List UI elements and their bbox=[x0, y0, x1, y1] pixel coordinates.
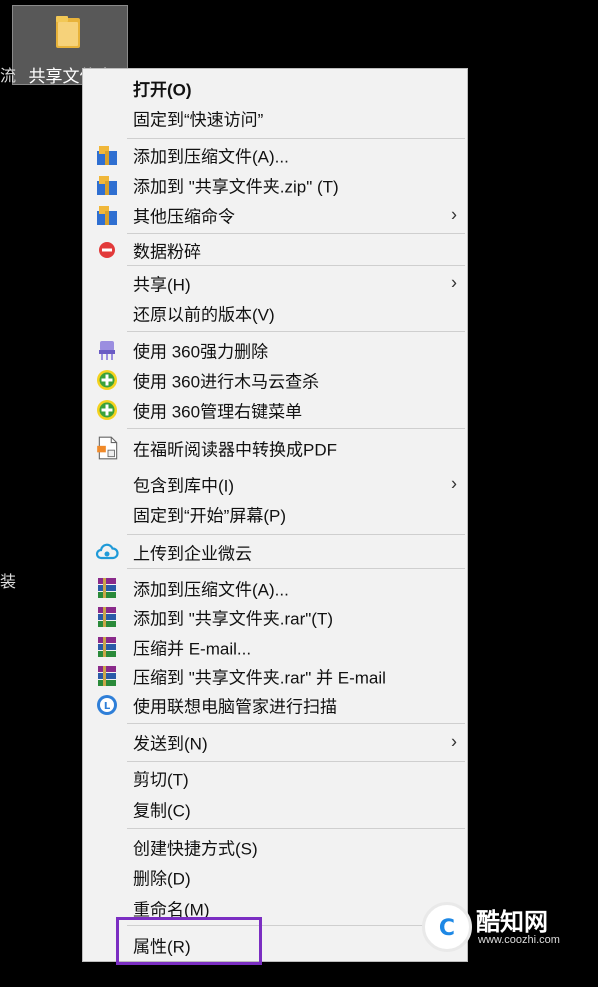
menu-item-cut[interactable]: 剪切(T) bbox=[83, 763, 467, 793]
menu-item-label: 固定到“开始”屏幕(P) bbox=[133, 506, 286, 526]
menu-item-other-compress[interactable]: 其他压缩命令 › bbox=[83, 200, 467, 230]
chevron-right-icon: › bbox=[451, 272, 457, 293]
menu-item-360-delete[interactable]: 使用 360强力删除 bbox=[83, 335, 467, 365]
menu-item-label: 其他压缩命令 bbox=[133, 207, 235, 227]
winrar-icon bbox=[98, 637, 116, 657]
chevron-right-icon: › bbox=[451, 731, 457, 752]
svg-text:L: L bbox=[104, 701, 111, 712]
menu-item-include-library[interactable]: 包含到库中(I) › bbox=[83, 469, 467, 499]
menu-item-label: 使用联想电脑管家进行扫描 bbox=[133, 697, 337, 717]
menu-item-label: 数据粉碎 bbox=[133, 242, 201, 262]
winrar-icon bbox=[98, 607, 116, 627]
menu-item-label: 包含到库中(I) bbox=[133, 476, 235, 496]
menu-separator bbox=[127, 233, 465, 234]
menu-item-create-shortcut[interactable]: 创建快捷方式(S) bbox=[83, 832, 467, 862]
menu-item-open[interactable]: 打开(O) bbox=[83, 73, 467, 103]
menu-separator bbox=[127, 428, 465, 429]
menu-item-label: 固定到“快速访问” bbox=[133, 110, 264, 130]
menu-separator bbox=[127, 331, 465, 332]
archive-blue-icon bbox=[97, 146, 117, 165]
menu-item-360-manage[interactable]: 使用 360管理右键菜单 bbox=[83, 395, 467, 425]
archive-blue-icon bbox=[97, 176, 117, 195]
menu-item-send-to[interactable]: 发送到(N) › bbox=[83, 727, 467, 757]
winrar-icon bbox=[98, 578, 116, 598]
menu-item-label: 删除(D) bbox=[133, 869, 191, 889]
menu-separator bbox=[127, 138, 465, 139]
highlight-box bbox=[116, 917, 262, 965]
menu-item-label: 使用 360进行木马云查杀 bbox=[133, 372, 320, 392]
menu-item-restore-versions[interactable]: 还原以前的版本(V) bbox=[83, 298, 467, 328]
360-plus-icon bbox=[97, 370, 117, 390]
menu-item-rar-add-named[interactable]: 添加到 "共享文件夹.rar"(T) bbox=[83, 602, 467, 632]
menu-item-rar-add-archive[interactable]: 添加到压缩文件(A)... bbox=[83, 573, 467, 603]
chevron-right-icon: › bbox=[451, 204, 457, 225]
document-icon bbox=[97, 436, 118, 460]
purple-shredder-icon bbox=[99, 341, 115, 360]
menu-separator bbox=[127, 534, 465, 535]
menu-item-weiyun-upload[interactable]: 上传到企业微云 bbox=[83, 537, 467, 567]
menu-item-label: 添加到 "共享文件夹.zip" (T) bbox=[133, 177, 339, 197]
menu-item-copy[interactable]: 复制(C) bbox=[83, 794, 467, 824]
menu-separator bbox=[127, 568, 465, 569]
menu-item-label: 使用 360管理右键菜单 bbox=[133, 402, 303, 422]
menu-item-label: 创建快捷方式(S) bbox=[133, 839, 258, 859]
menu-item-label: 复制(C) bbox=[133, 801, 191, 821]
menu-item-label: 剪切(T) bbox=[133, 770, 189, 790]
red-minus-circle-icon bbox=[99, 242, 115, 258]
context-menu: 打开(O) 固定到“快速访问” 添加到压缩文件(A)... 添加到 "共享文件夹… bbox=[82, 68, 468, 962]
menu-item-label: 添加到压缩文件(A)... bbox=[133, 147, 289, 167]
menu-item-add-archive[interactable]: 添加到压缩文件(A)... bbox=[83, 140, 467, 170]
menu-separator bbox=[127, 265, 465, 266]
menu-item-rar-named-email[interactable]: 压缩到 "共享文件夹.rar" 并 E-mail bbox=[83, 661, 467, 691]
watermark-url: www.coozhi.com bbox=[478, 934, 560, 946]
menu-item-label: 上传到企业微云 bbox=[133, 544, 252, 564]
menu-separator bbox=[127, 828, 465, 829]
archive-blue-icon bbox=[97, 206, 117, 225]
menu-separator bbox=[127, 723, 465, 724]
menu-item-360-scan[interactable]: 使用 360进行木马云查杀 bbox=[83, 365, 467, 395]
folder-icon bbox=[56, 16, 80, 48]
menu-item-pin-start[interactable]: 固定到“开始”屏幕(P) bbox=[83, 499, 467, 529]
watermark-logo: C 酷知网 www.coozhi.com bbox=[420, 898, 578, 960]
menu-item-share[interactable]: 共享(H) › bbox=[83, 268, 467, 298]
cloud-icon bbox=[95, 543, 119, 560]
menu-item-label: 共享(H) bbox=[133, 275, 191, 295]
menu-item-label: 在福昕阅读器中转换成PDF bbox=[133, 440, 337, 460]
menu-item-foxit-pdf[interactable]: 在福昕阅读器中转换成PDF bbox=[83, 433, 467, 463]
menu-item-label: 使用 360强力删除 bbox=[133, 342, 269, 362]
menu-item-label: 压缩到 "共享文件夹.rar" 并 E-mail bbox=[133, 668, 386, 688]
menu-item-shred[interactable]: 数据粉碎 bbox=[83, 235, 467, 265]
watermark-badge-icon: C bbox=[422, 902, 472, 952]
360-plus-icon bbox=[97, 400, 117, 420]
watermark-badge-letter: C bbox=[439, 916, 455, 941]
menu-item-label: 添加到压缩文件(A)... bbox=[133, 580, 289, 600]
menu-item-label: 添加到 "共享文件夹.rar"(T) bbox=[133, 609, 333, 629]
winrar-icon bbox=[98, 666, 116, 686]
menu-item-pin-quick-access[interactable]: 固定到“快速访问” bbox=[83, 103, 467, 133]
menu-item-lenovo-scan[interactable]: L 使用联想电脑管家进行扫描 bbox=[83, 690, 467, 720]
menu-separator bbox=[127, 761, 465, 762]
menu-item-label: 还原以前的版本(V) bbox=[133, 305, 275, 325]
watermark-brand: 酷知网 bbox=[476, 909, 548, 936]
desktop-edge-text: 流 bbox=[0, 68, 17, 85]
menu-item-delete[interactable]: 删除(D) bbox=[83, 862, 467, 892]
menu-item-label: 发送到(N) bbox=[133, 734, 208, 754]
desktop-edge-text: 装 bbox=[0, 574, 17, 591]
menu-item-label: 打开(O) bbox=[133, 80, 192, 100]
menu-item-add-zip[interactable]: 添加到 "共享文件夹.zip" (T) bbox=[83, 170, 467, 200]
menu-item-rar-email[interactable]: 压缩并 E-mail... bbox=[83, 632, 467, 662]
menu-item-label: 压缩并 E-mail... bbox=[133, 639, 252, 659]
lenovo-scan-icon: L bbox=[97, 695, 117, 715]
chevron-right-icon: › bbox=[451, 473, 457, 494]
